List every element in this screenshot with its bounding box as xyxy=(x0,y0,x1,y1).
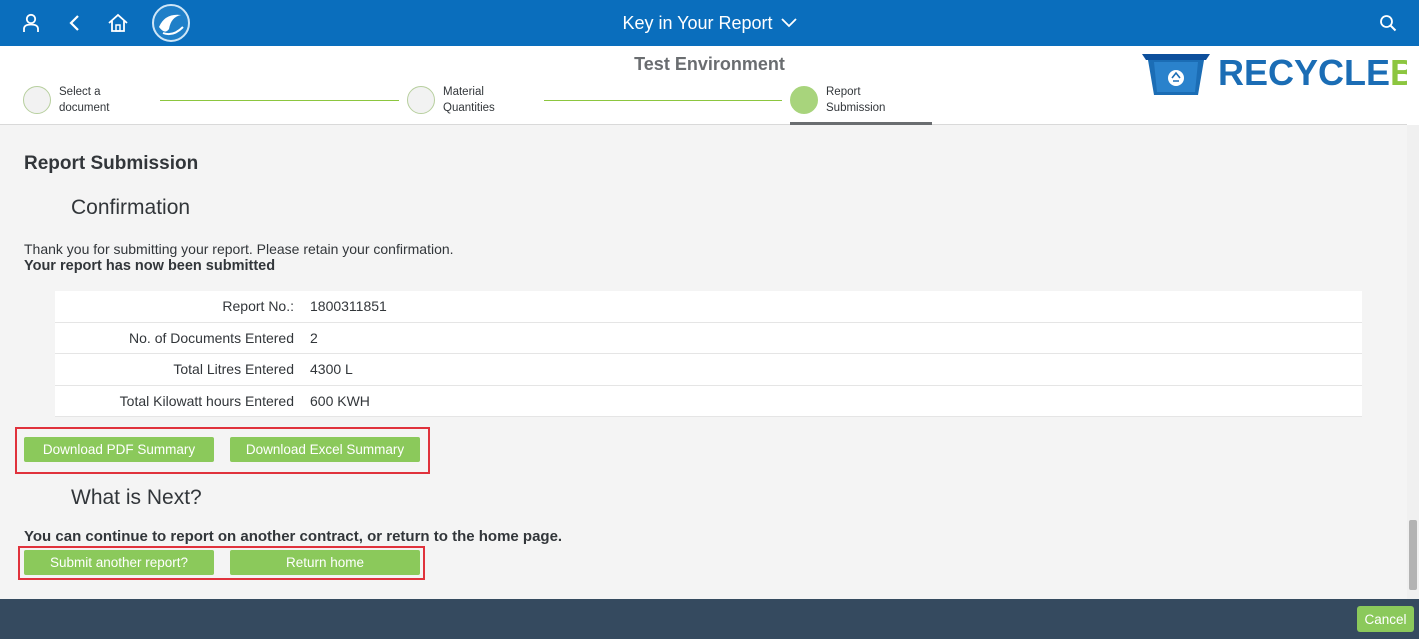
recyclebc-logo: RECYCLEBCTM xyxy=(1140,48,1419,98)
submitted-text: Your report has now been submitted xyxy=(24,258,276,274)
shell-title-text: Key in Your Report xyxy=(622,12,773,33)
report-details-table: Report No.: 1800311851 No. of Documents … xyxy=(55,291,1362,417)
step-circle-active xyxy=(790,86,818,114)
header-edge xyxy=(1407,46,1419,125)
confirmation-heading: Confirmation xyxy=(71,196,191,219)
step-connector-2 xyxy=(544,100,782,101)
detail-value: 600 KWH xyxy=(310,392,370,409)
step-connector-1 xyxy=(160,100,399,101)
download-pdf-button[interactable]: Download PDF Summary xyxy=(24,437,214,462)
detail-value: 1800311851 xyxy=(310,298,387,315)
step-label: Report Submission xyxy=(826,86,886,114)
detail-value: 4300 L xyxy=(310,361,353,378)
detail-row-report-no: Report No.: 1800311851 xyxy=(55,291,1362,323)
vertical-scrollbar[interactable] xyxy=(1407,125,1419,599)
step-label: Material Quantities xyxy=(443,86,495,114)
search-icon[interactable] xyxy=(1373,8,1403,38)
return-home-button[interactable]: Return home xyxy=(230,550,420,575)
step-circle xyxy=(23,86,51,114)
detail-row-litres: Total Litres Entered 4300 L xyxy=(55,354,1362,386)
wizard-header: Test Environment RECYCLEBCTM Select a do… xyxy=(0,46,1419,125)
cancel-button[interactable]: Cancel xyxy=(1357,606,1414,632)
continue-text: You can continue to report on another co… xyxy=(24,528,563,545)
logo-recycle-text: RECYCLE xyxy=(1218,52,1391,93)
detail-row-documents: No. of Documents Entered 2 xyxy=(55,323,1362,354)
step-label: Select a document xyxy=(59,86,110,114)
scrollbar-thumb[interactable] xyxy=(1409,520,1417,590)
download-excel-button[interactable]: Download Excel Summary xyxy=(230,437,420,462)
logo-wordmark: RECYCLEBCTM xyxy=(1218,52,1419,94)
detail-label: Total Kilowatt hours Entered xyxy=(119,392,294,409)
detail-label: Total Litres Entered xyxy=(173,361,294,378)
detail-label: Report No.: xyxy=(222,298,294,315)
shell-bar: Key in Your Report xyxy=(0,0,1419,46)
step-select-document[interactable]: Select a document xyxy=(23,86,139,116)
section-title: Report Submission xyxy=(24,153,199,174)
submit-another-report-button[interactable]: Submit another report? xyxy=(24,550,214,575)
step-circle xyxy=(407,86,435,114)
footer-bar: Cancel xyxy=(0,599,1419,639)
detail-label: No. of Documents Entered xyxy=(129,329,294,346)
shell-title[interactable]: Key in Your Report xyxy=(0,0,1419,46)
main-content: Report Submission Confirmation Thank you… xyxy=(0,125,1407,599)
detail-value: 2 xyxy=(310,329,318,346)
what-next-heading: What is Next? xyxy=(71,486,202,509)
chevron-down-icon xyxy=(780,18,797,28)
recycle-bin-icon xyxy=(1142,54,1210,95)
thank-you-text: Thank you for submitting your report. Pl… xyxy=(24,241,454,257)
step-report-submission[interactable]: Report Submission xyxy=(790,86,896,116)
detail-row-kilowatt-hours: Total Kilowatt hours Entered 600 KWH xyxy=(55,386,1362,417)
step-material-quantities[interactable]: Material Quantities xyxy=(407,86,513,116)
